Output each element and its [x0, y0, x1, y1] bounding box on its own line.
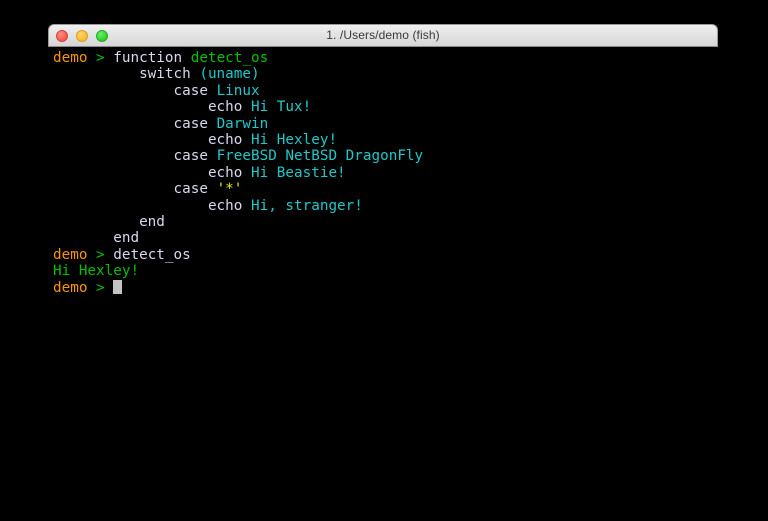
token-command: echo [207, 164, 243, 181]
terminal-line: echo Hi Hexley! [53, 132, 768, 148]
terminal-line: demo > function detect_os [53, 50, 768, 66]
token-param: Linux [216, 82, 260, 99]
minimize-button-icon[interactable] [76, 29, 88, 42]
terminal-line: case Linux [53, 83, 768, 99]
token-command: echo [207, 99, 243, 116]
terminal-body[interactable]: demo > function detect_os switch (uname)… [48, 47, 768, 521]
prompt-arrow: > [96, 246, 105, 263]
token-command: function [113, 50, 183, 66]
terminal-line: switch (uname) [53, 66, 768, 82]
window-title: 1. /Users/demo (fish) [326, 28, 440, 42]
terminal-line: end [53, 214, 768, 230]
terminal-line: end [53, 230, 768, 246]
window-controls [56, 25, 108, 46]
token-command: end [139, 214, 165, 231]
token-output: Hi Hexley! [53, 263, 140, 280]
prompt-arrow: > [96, 50, 105, 66]
token-param: FreeBSD NetBSD DragonFly [216, 148, 424, 165]
token-command: detect_os [113, 246, 191, 263]
token-param: Hi Hexley! [250, 132, 338, 149]
prompt-user: demo [53, 279, 88, 296]
terminal-line: case Darwin [53, 116, 768, 132]
terminal-line: echo Hi Beastie! [53, 165, 768, 181]
close-button-icon[interactable] [56, 29, 68, 42]
token-param: Darwin [216, 115, 269, 132]
terminal-line: Hi Hexley! [53, 263, 768, 279]
token-command: echo [207, 197, 243, 214]
terminal-line: case FreeBSD NetBSD DragonFly [53, 148, 768, 164]
screen: 1. /Users/demo (fish) demo > function de… [0, 0, 768, 521]
prompt-arrow: > [96, 279, 105, 296]
token-funcname: detect_os [190, 50, 269, 66]
terminal-line: demo > [53, 279, 768, 296]
token-command: case [173, 148, 208, 165]
token-command: case [173, 181, 208, 198]
terminal-window: 1. /Users/demo (fish) [48, 24, 718, 47]
token-paren: (uname) [199, 66, 260, 83]
token-param: Hi Tux! [250, 99, 312, 116]
token-command: end [113, 230, 140, 247]
window-titlebar[interactable]: 1. /Users/demo (fish) [48, 24, 718, 47]
terminal-line: echo Hi, stranger! [53, 198, 768, 214]
token-command: case [173, 82, 208, 99]
terminal-line: echo Hi Tux! [53, 99, 768, 115]
terminal-line: demo > detect_os [53, 247, 768, 263]
terminal-line: case '*' [53, 181, 768, 197]
token-quote: '*' [216, 181, 243, 198]
terminal-output: demo > function detect_os switch (uname)… [48, 47, 768, 296]
prompt-user: demo [53, 50, 88, 66]
token-command: echo [207, 132, 243, 149]
text-cursor [113, 279, 122, 294]
zoom-button-icon[interactable] [96, 29, 108, 42]
token-command: switch [139, 66, 191, 83]
token-param: Hi Beastie! [250, 164, 346, 181]
prompt-user: demo [53, 246, 88, 263]
token-command: case [173, 115, 208, 132]
token-param: Hi, stranger! [250, 197, 363, 214]
